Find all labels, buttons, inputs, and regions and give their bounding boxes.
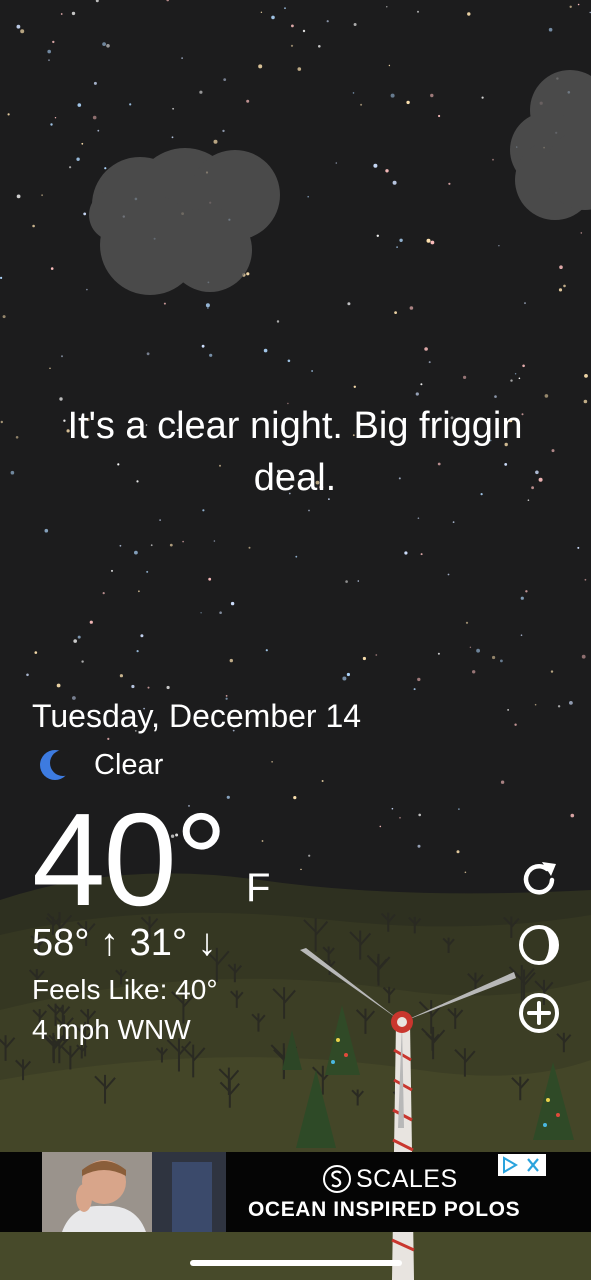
ad-brand: SCALES bbox=[322, 1164, 458, 1194]
home-indicator[interactable] bbox=[190, 1260, 402, 1266]
condition-row: Clear bbox=[38, 744, 163, 786]
moon-phase-icon[interactable] bbox=[516, 922, 562, 968]
current-temperature: 40° bbox=[32, 786, 228, 933]
crescent-moon-icon bbox=[40, 750, 72, 780]
adchoices-icon[interactable] bbox=[498, 1154, 546, 1176]
refresh-icon[interactable] bbox=[516, 856, 562, 902]
ad-tagline: OCEAN INSPIRED POLOS bbox=[248, 1198, 521, 1221]
weather-screen: It's a clear night. Big friggin deal. Tu… bbox=[0, 0, 591, 1280]
ad-brand-name: SCALES bbox=[356, 1164, 458, 1193]
scales-logo-icon bbox=[323, 1165, 351, 1193]
feels-like: Feels Like: 40° bbox=[32, 974, 218, 1005]
add-location-icon[interactable] bbox=[516, 990, 562, 1036]
date-label: Tuesday, December 14 bbox=[32, 698, 362, 734]
landscape-scene bbox=[0, 873, 591, 1280]
wind-info: 4 mph WNW bbox=[32, 1014, 191, 1045]
ad-banner[interactable]: SCALES OCEAN INSPIRED POLOS bbox=[0, 1152, 591, 1232]
weather-headline: It's a clear night. Big friggin deal. bbox=[67, 405, 523, 499]
ad-photo bbox=[42, 1152, 226, 1232]
temperature-unit[interactable]: F bbox=[246, 866, 270, 911]
condition-text: Clear bbox=[94, 748, 164, 781]
high-low-temperature: 58° ↑ 31° ↓ bbox=[32, 922, 217, 964]
